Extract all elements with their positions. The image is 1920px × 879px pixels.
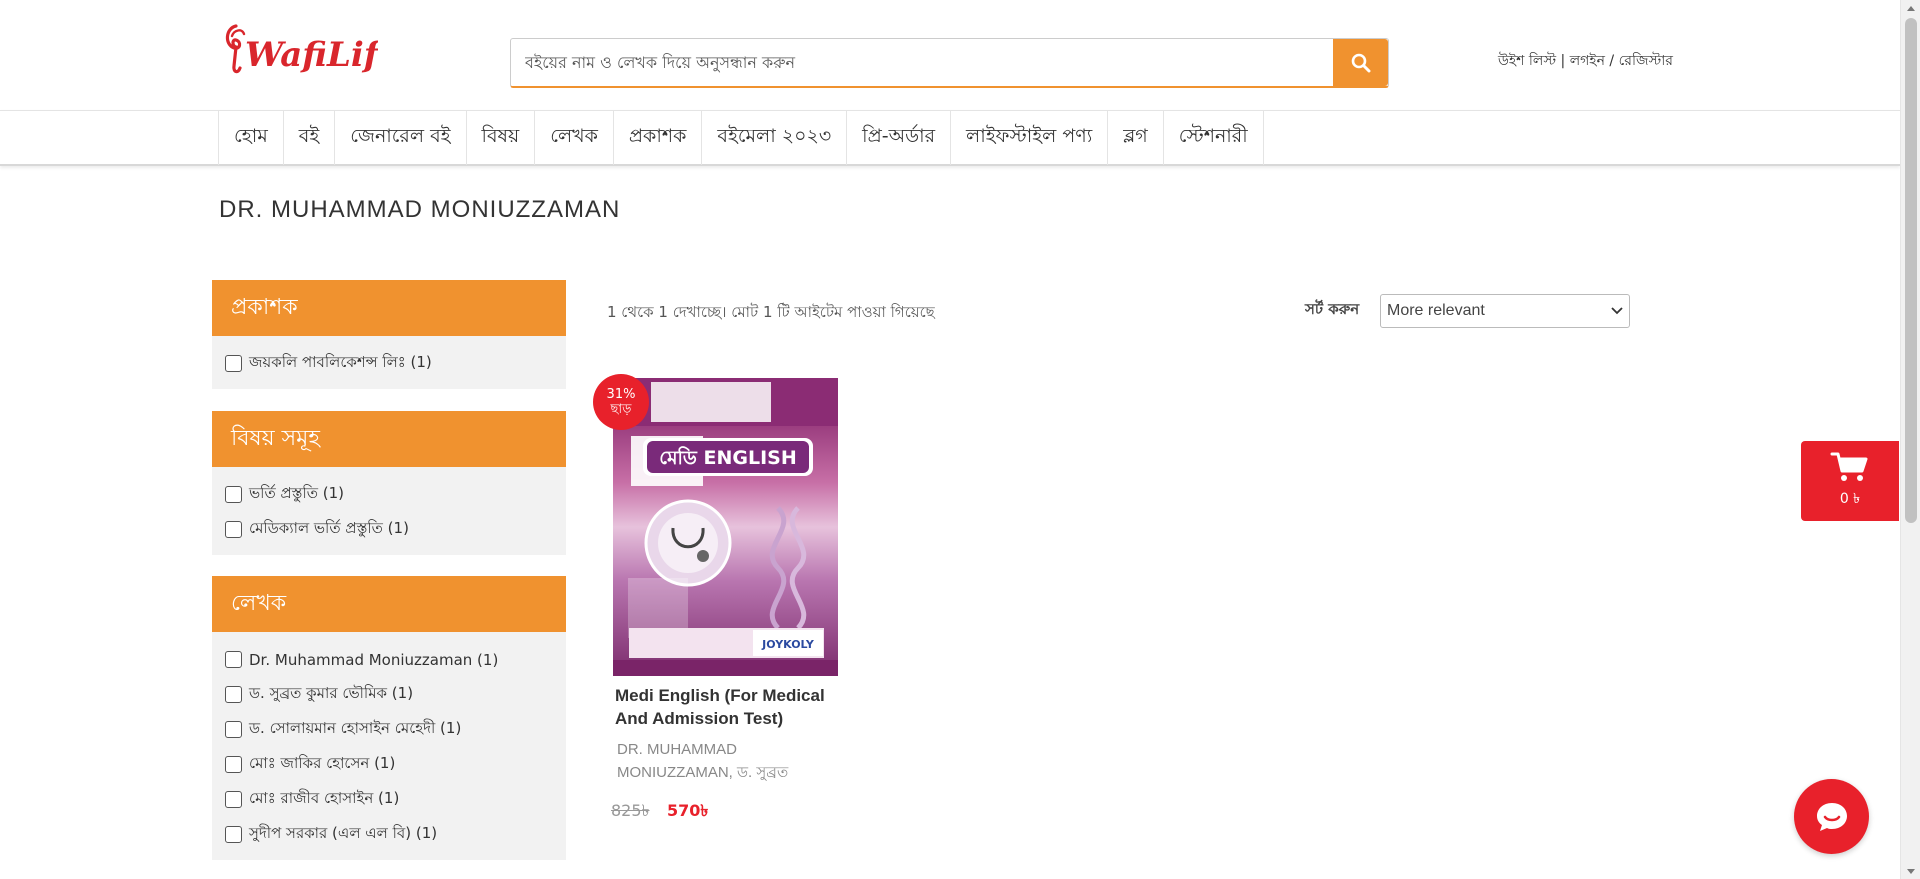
register-link[interactable]: রেজিস্টার [1619, 53, 1673, 69]
nav-item-publishers[interactable]: প্রকাশক [614, 111, 703, 165]
book-cover[interactable]: মেডি ENGLISH JOYKOLY [613, 378, 838, 676]
filter-option-label: Dr. Muhammad Moniuzzaman (1) [249, 650, 499, 669]
discount-label: ছাড় [610, 402, 632, 417]
filter-option[interactable]: ড. সুব্রত কুমার ভৌমিক (1) [225, 677, 554, 712]
search-icon [1351, 53, 1370, 72]
nav-item-stationery[interactable]: স্টেশনারী [1164, 111, 1264, 165]
cover-title: মেডি ENGLISH [659, 446, 797, 469]
search-input[interactable] [511, 39, 1333, 86]
checkbox[interactable] [225, 756, 242, 773]
search-bar [510, 38, 1389, 88]
filter-author: লেখক Dr. Muhammad Moniuzzaman (1) ড. সুব… [212, 576, 566, 860]
scroll-up-arrow[interactable] [1901, 0, 1920, 16]
filter-options: Dr. Muhammad Moniuzzaman (1) ড. সুব্রত ক… [212, 632, 566, 860]
original-price: 825৳ [611, 801, 650, 820]
nav-item-general-books[interactable]: জেনারেল বই [335, 111, 467, 165]
sale-price: 570৳ [667, 801, 709, 820]
nav-item-blog[interactable]: ব্লগ [1108, 111, 1164, 165]
floating-cart-button[interactable]: 0 ৳ [1801, 441, 1899, 521]
checkbox[interactable] [225, 651, 242, 668]
checkbox[interactable] [225, 791, 242, 808]
filter-option-label: সুদীপ সরকার (এল এল বি) (1) [249, 824, 438, 842]
chevron-down-icon [1611, 307, 1623, 315]
separator: | [1556, 53, 1570, 69]
sort-label: সর্ট করুন [1305, 300, 1360, 318]
nav-item-lifestyle[interactable]: লাইফস্টাইল পণ্য [951, 111, 1109, 165]
filter-option-label: ড. সোলায়মান হোসাইন মেহেদী (1) [249, 719, 462, 737]
nav-item-books[interactable]: বই [284, 111, 336, 165]
nav-list: হোম বই জেনারেল বই বিষয় লেখক প্রকাশক বইম… [218, 111, 1264, 165]
filter-heading: বিষয় সমূহ [212, 411, 566, 467]
page-scrollbar[interactable] [1900, 0, 1920, 879]
sort-dropdown[interactable]: More relevant [1380, 294, 1630, 328]
filter-options: জয়কলি পাবলিকেশন্স লিঃ (1) [212, 336, 566, 389]
filter-option[interactable]: মোঃ জাকির হোসেন (1) [225, 747, 554, 782]
discount-percent: 31% [606, 387, 636, 402]
header-account-links: উইশ লিস্ট | লগইন / রেজিস্টার [1498, 49, 1673, 73]
checkbox[interactable] [225, 686, 242, 703]
cover-publisher: JOYKOLY [761, 638, 815, 651]
filter-heading: লেখক [212, 576, 566, 632]
filter-option-label: ভর্তি প্রস্তুতি (1) [249, 484, 345, 502]
filter-heading: প্রকাশক [212, 280, 566, 336]
filter-option[interactable]: Dr. Muhammad Moniuzzaman (1) [225, 642, 554, 677]
filter-option-label: ড. সুব্রত কুমার ভৌমিক (1) [249, 684, 414, 702]
page-title: DR. MUHAMMAD MONIUZZAMAN [219, 196, 621, 223]
search-button[interactable] [1333, 39, 1388, 86]
checkbox[interactable] [225, 721, 242, 738]
checkbox[interactable] [225, 486, 242, 503]
nav-item-book-fair[interactable]: বইমেলা ২০২৩ [702, 111, 848, 165]
login-link[interactable]: লগইন [1570, 53, 1605, 69]
filter-option[interactable]: মেডিক্যাল ভর্তি প্রস্তুতি (1) [225, 512, 554, 547]
wafilife-logo[interactable]: WafiLife [218, 18, 400, 88]
nav-item-subjects[interactable]: বিষয় [467, 111, 536, 165]
main-nav: হোম বই জেনারেল বই বিষয় লেখক প্রকাশক বইম… [0, 110, 1900, 166]
checkbox[interactable] [225, 521, 242, 538]
nav-item-authors[interactable]: লেখক [535, 111, 614, 165]
cart-icon [1830, 452, 1868, 481]
header: WafiLife উইশ লিস্ট | লগইন / রেজিস্টার [0, 0, 1900, 110]
sort-selected-value: More relevant [1387, 302, 1485, 319]
separator: / [1604, 53, 1619, 69]
filter-option-label: মোঃ জাকির হোসেন (1) [249, 754, 396, 772]
cart-amount: 0 ৳ [1839, 491, 1861, 507]
chat-icon [1816, 802, 1847, 831]
filter-option[interactable]: ড. সোলায়মান হোসাইন মেহেদী (1) [225, 712, 554, 747]
page: WafiLife উইশ লিস্ট | লগইন / রেজিস্টার হো… [0, 0, 1920, 879]
result-count: 1 থেকে 1 দেখাচ্ছে। মোট 1 টি আইটেম পাওয়া… [607, 303, 935, 321]
filter-option[interactable]: সুদীপ সরকার (এল এল বি) (1) [225, 817, 554, 852]
nav-item-pre-order[interactable]: প্রি-অর্ডার [847, 111, 952, 165]
checkbox[interactable] [225, 826, 242, 843]
nav-item-home[interactable]: হোম [219, 111, 284, 165]
filter-option[interactable]: মোঃ রাজীব হোসাইন (1) [225, 782, 554, 817]
filter-option-label: জয়কলি পাবলিকেশন্স লিঃ (1) [249, 353, 432, 371]
discount-badge: 31% ছাড় [593, 374, 649, 430]
filter-option[interactable]: জয়কলি পাবলিকেশন্স লিঃ (1) [225, 346, 554, 381]
scroll-thumb[interactable] [1905, 18, 1917, 523]
wishlist-link[interactable]: উইশ লিস্ট [1498, 53, 1556, 69]
filter-subject: বিষয় সমূহ ভর্তি প্রস্তুতি (1) মেডিক্যাল… [212, 411, 566, 555]
product-title[interactable]: Medi English (For Medical And Admission … [615, 684, 840, 730]
chat-button[interactable] [1794, 779, 1869, 854]
filter-option[interactable]: ভর্তি প্রস্তুতি (1) [225, 477, 554, 512]
checkbox[interactable] [225, 355, 242, 372]
filter-option-label: মেডিক্যাল ভর্তি প্রস্তুতি (1) [249, 519, 409, 537]
scroll-down-arrow[interactable] [1901, 863, 1920, 879]
svg-text:WafiLife: WafiLife [245, 35, 378, 75]
filter-options: ভর্তি প্রস্তুতি (1) মেডিক্যাল ভর্তি প্রস… [212, 467, 566, 555]
filter-option-label: মোঃ রাজীব হোসাইন (1) [249, 789, 400, 807]
filter-publisher: প্রকাশক জয়কলি পাবলিকেশন্স লিঃ (1) [212, 280, 566, 389]
product-authors[interactable]: DR. MUHAMMAD MONIUZZAMAN, ড. সুব্রত [617, 738, 832, 784]
